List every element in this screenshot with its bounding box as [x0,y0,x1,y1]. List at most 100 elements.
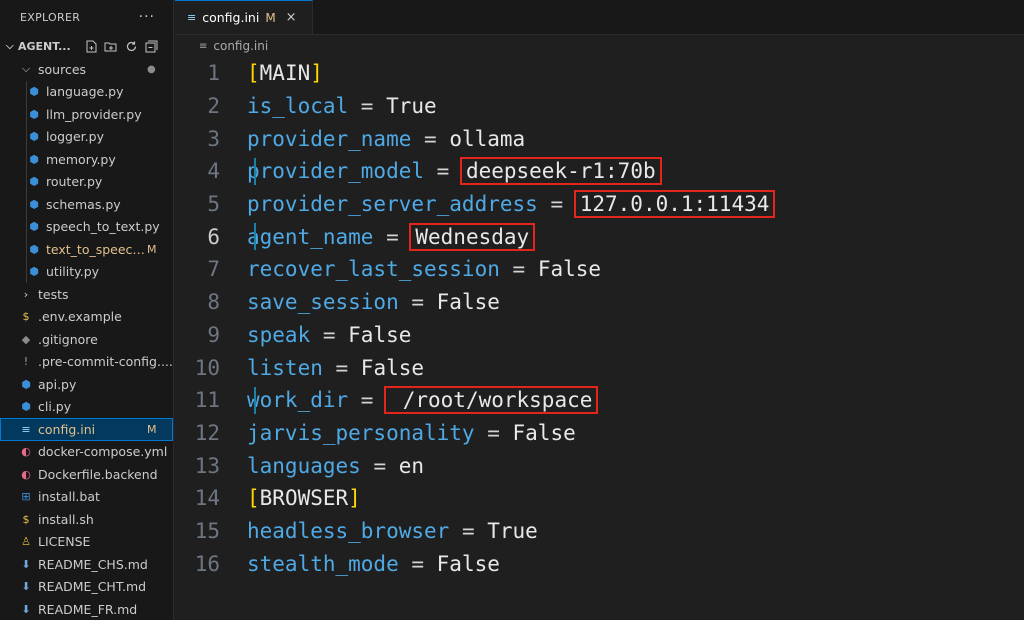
folder-item[interactable]: › tests [0,283,173,306]
license-icon: ♙ [21,535,31,549]
equals-sign: = [474,420,513,445]
code-line[interactable]: 4 provider_model = deepseek-r1:70b [175,155,1024,188]
file-item[interactable]: ⬇ README_CHT.md [0,576,173,599]
file-item[interactable]: ⬢ schemas.py [0,193,173,216]
file-item[interactable]: ⬢ llm_provider.py [0,103,173,126]
code-line[interactable]: 10 listen = False [175,351,1024,384]
file-item[interactable]: $ install.sh [0,508,173,531]
tab-config-ini[interactable]: ≡ config.ini M × [175,0,313,34]
file-item[interactable]: ♙ LICENSE [0,531,173,554]
close-icon[interactable]: × [286,10,297,25]
new-file-icon[interactable] [84,39,98,53]
file-item[interactable]: ⬢ text_to_speech.pyM [0,238,173,261]
file-item[interactable]: ⬢ memory.py [0,148,173,171]
line-number: 5 [207,192,220,217]
config-key: jarvis_personality [247,420,475,445]
config-key: is_local [247,94,349,119]
file-item[interactable]: ⬢ router.py [0,170,173,193]
explorer-header: EXPLORER ··· [0,0,173,34]
python-icon: ⬢ [29,197,39,211]
file-item[interactable]: $ .env.example [0,306,173,329]
highlighted-value: 127.0.0.1:11434 [573,190,776,219]
config-key: work_dir [247,388,349,413]
code-line[interactable]: 15 headless_browser = True [175,515,1024,548]
file-item[interactable]: ⬇ README_FR.md [0,598,173,620]
python-icon: ⬢ [29,107,39,121]
file-label: config.ini [38,421,96,437]
code-line[interactable]: 3 provider_name = ollama [175,122,1024,155]
indent-guide [26,260,27,283]
file-item[interactable]: ⬢ api.py [0,373,173,396]
code-line[interactable]: 11 work_dir = /root/workspace [175,384,1024,417]
code-line[interactable]: 2 is_local = True [175,90,1024,123]
code-line[interactable]: 8 save_session = False [175,286,1024,319]
indent-guide [26,103,27,126]
code-line[interactable]: 6 agent_name = Wednesday [175,220,1024,253]
config-key: save_session [247,290,399,315]
indent-guide [26,170,27,193]
config-value: False [537,257,602,282]
explorer-sidebar: EXPLORER ··· ⌵ AGENT... ⌵ sources ● ⬢ langua… [0,0,174,620]
modified-dot-icon: ● [147,63,156,75]
file-item[interactable]: ⬇ README_CHS.md [0,553,173,576]
collapse-all-icon[interactable] [144,39,158,53]
markdown-icon: ⬇ [21,602,31,616]
python-icon: ⬢ [29,85,39,99]
file-item[interactable]: ⬢ speech_to_text.py [0,215,173,238]
file-label: README_CHT.md [38,579,147,595]
editor-area: ≡ config.ini M × ≡ config.ini 1[MAIN] 2 is… [175,0,1024,620]
code-editor[interactable]: 1[MAIN] 2 is_local = True 3 provider_name = … [175,57,1024,580]
file-label: speech_to_text.py [46,219,160,235]
code-line[interactable]: 5 provider_server_address = 127.0.0.1:114… [175,188,1024,221]
file-item[interactable]: ⬢ cli.py [0,396,173,419]
more-actions-icon[interactable]: ··· [139,9,155,25]
code-line[interactable]: 14 [BROWSER] [175,482,1024,515]
code-line[interactable]: 16 stealth_mode = False [175,547,1024,580]
breadcrumb: ≡ config.ini [175,35,1024,57]
equals-sign: = [499,257,538,282]
code-line[interactable]: 13 languages = en [175,449,1024,482]
new-folder-icon[interactable] [104,39,118,53]
line-number: 9 [207,322,220,347]
equals-sign: = [449,518,488,543]
dollar-icon: $ [22,512,30,526]
file-label: install.sh [38,511,94,527]
code-line[interactable]: 12 jarvis_personality = False [175,417,1024,450]
git-icon: ◆ [21,332,31,346]
breadcrumb-item[interactable]: config.ini [213,39,268,53]
python-icon: ⬢ [29,152,39,166]
file-item[interactable]: ≡ config.ini M [0,418,173,441]
file-tree: ⌵ sources ● ⬢ language.py ⬢ llm_provider.py ⬢ lo… [0,58,173,620]
line-number: 16 [194,551,220,576]
file-label: api.py [38,376,77,392]
markdown-icon: ⬇ [21,580,31,594]
gutter-change-marker [254,386,256,414]
code-line[interactable]: 9 speak = False [175,319,1024,352]
code-line[interactable]: 7 recover_last_session = False [175,253,1024,286]
file-item[interactable]: ◆ .gitignore [0,328,173,351]
file-item[interactable]: ! .pre-commit-config.... [0,351,173,374]
file-label: tests [38,286,69,302]
indent-guide [26,215,27,238]
file-item[interactable]: ⊞ install.bat [0,486,173,509]
python-icon: ⬢ [21,400,31,414]
file-item[interactable]: ⬢ utility.py [0,260,173,283]
file-item[interactable]: ⬢ logger.py [0,125,173,148]
file-item[interactable]: ⬢ language.py [0,80,173,103]
section-bracket-open: [ [247,486,260,511]
file-item[interactable]: ◐ docker-compose.yml [0,441,173,464]
python-icon: ⬢ [29,265,39,279]
folder-item[interactable]: ⌵ sources ● [0,58,173,81]
equals-sign: = [310,322,349,347]
line-number: 3 [207,126,220,151]
file-label: .pre-commit-config.... [38,354,173,370]
file-label: .env.example [38,309,122,325]
refresh-icon[interactable] [124,39,138,53]
file-item[interactable]: ◐ Dockerfile.backend [0,463,173,486]
highlighted-value: deepseek-r1:70b [459,157,662,186]
workspace-root[interactable]: ⌵ AGENT... [0,34,173,58]
python-icon: ⬢ [29,242,39,256]
code-line[interactable]: 1 [MAIN] [175,57,1024,90]
file-label: schemas.py [46,196,121,212]
indent-guide [26,148,27,171]
